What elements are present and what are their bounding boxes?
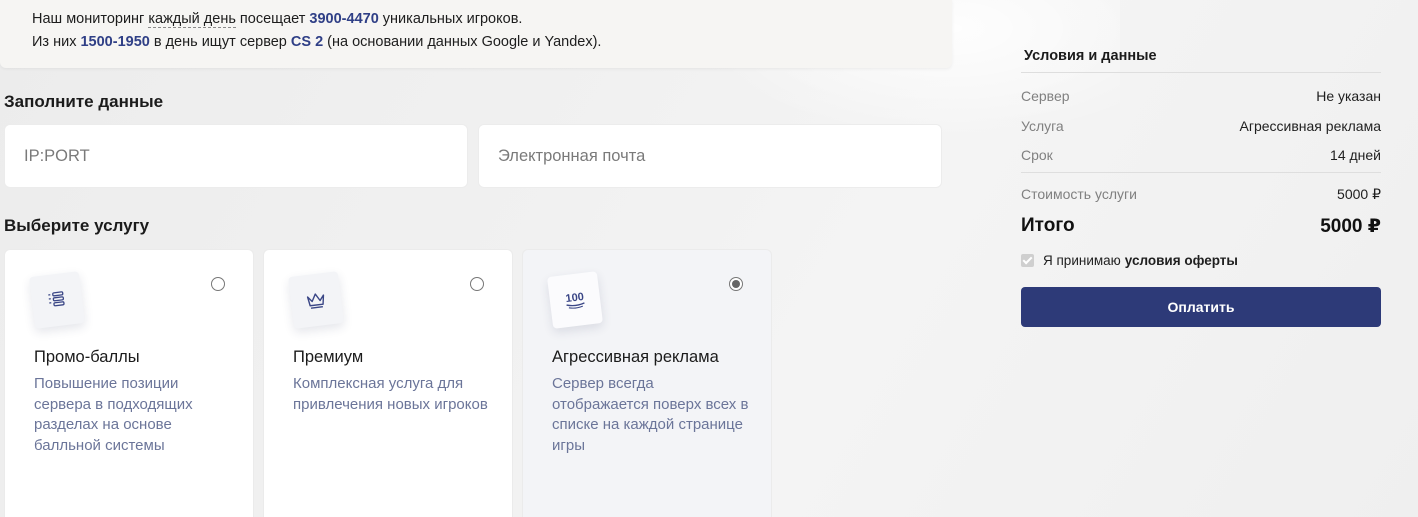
searches-count: 1500-1950 bbox=[80, 34, 150, 50]
total-value: 5000 ₽ bbox=[1320, 216, 1381, 237]
summary-total: Итого 5000 ₽ bbox=[1021, 215, 1381, 238]
accept-terms-text: Я принимаю bbox=[1043, 253, 1121, 268]
service-title: Промо-баллы bbox=[34, 348, 140, 366]
info-line-1: Наш мониторинг каждый день посещает 3900… bbox=[32, 11, 523, 28]
services-section-title: Выберите услугу bbox=[4, 216, 150, 235]
monitoring-info-box: Наш мониторинг каждый день посещает 3900… bbox=[0, 0, 952, 68]
service-description: Комплексная услуга для привлечения новых… bbox=[293, 375, 488, 413]
service-radio-aggressive-ads[interactable] bbox=[729, 277, 743, 291]
divider bbox=[1021, 72, 1381, 73]
email-placeholder: Электронная почта bbox=[498, 146, 646, 165]
service-card-premium[interactable]: Премиум Комплексная услуга для привлечен… bbox=[263, 249, 513, 517]
service-title: Премиум bbox=[293, 348, 364, 366]
tooltip-term[interactable]: каждый день bbox=[148, 11, 236, 28]
summary-row-server: Сервер Не указан bbox=[1021, 88, 1381, 104]
email-input[interactable]: Электронная почта bbox=[478, 124, 942, 188]
list-stack-icon bbox=[29, 271, 85, 329]
offer-terms-link[interactable]: условия оферты bbox=[1125, 253, 1238, 268]
accept-terms: Я принимаю условия оферты bbox=[1021, 253, 1238, 268]
visitors-count: 3900-4470 bbox=[309, 11, 379, 27]
info-line-2: Из них 1500-1950 в день ищут сервер CS 2… bbox=[32, 34, 602, 50]
divider bbox=[1021, 172, 1381, 173]
game-name: CS 2 bbox=[290, 34, 324, 50]
service-radio-promo-points[interactable] bbox=[211, 277, 225, 291]
service-description: Сервер всегда отображается поверх всех в… bbox=[552, 375, 749, 454]
form-section-title: Заполните данные bbox=[4, 92, 164, 111]
pay-button[interactable]: Оплатить bbox=[1021, 287, 1381, 327]
service-card-promo-points[interactable]: Промо-баллы Повышение позиции сервера в … bbox=[4, 249, 254, 517]
hundred-icon: 100 bbox=[547, 271, 603, 329]
svg-text:100: 100 bbox=[565, 291, 585, 305]
service-card-aggressive-ads[interactable]: 100 Агрессивная реклама Сервер всегда от… bbox=[522, 249, 772, 517]
service-radio-premium[interactable] bbox=[470, 277, 484, 291]
service-description: Повышение позиции сервера в подходящих р… bbox=[34, 375, 193, 454]
crown-icon bbox=[288, 271, 344, 329]
ip-port-placeholder: IP:PORT bbox=[24, 146, 90, 165]
service-title: Агрессивная реклама bbox=[552, 348, 719, 366]
summary-row-duration: Срок 14 дней bbox=[1021, 147, 1381, 163]
accept-terms-checkbox[interactable] bbox=[1021, 254, 1034, 267]
total-label: Итого bbox=[1021, 215, 1075, 236]
ip-port-input[interactable]: IP:PORT bbox=[4, 124, 468, 188]
summary-row-service: Услуга Агрессивная реклама bbox=[1021, 118, 1381, 134]
summary-row-cost: Стоимость услуги 5000 ₽ bbox=[1021, 186, 1381, 202]
summary-title: Условия и данные bbox=[1024, 48, 1157, 64]
